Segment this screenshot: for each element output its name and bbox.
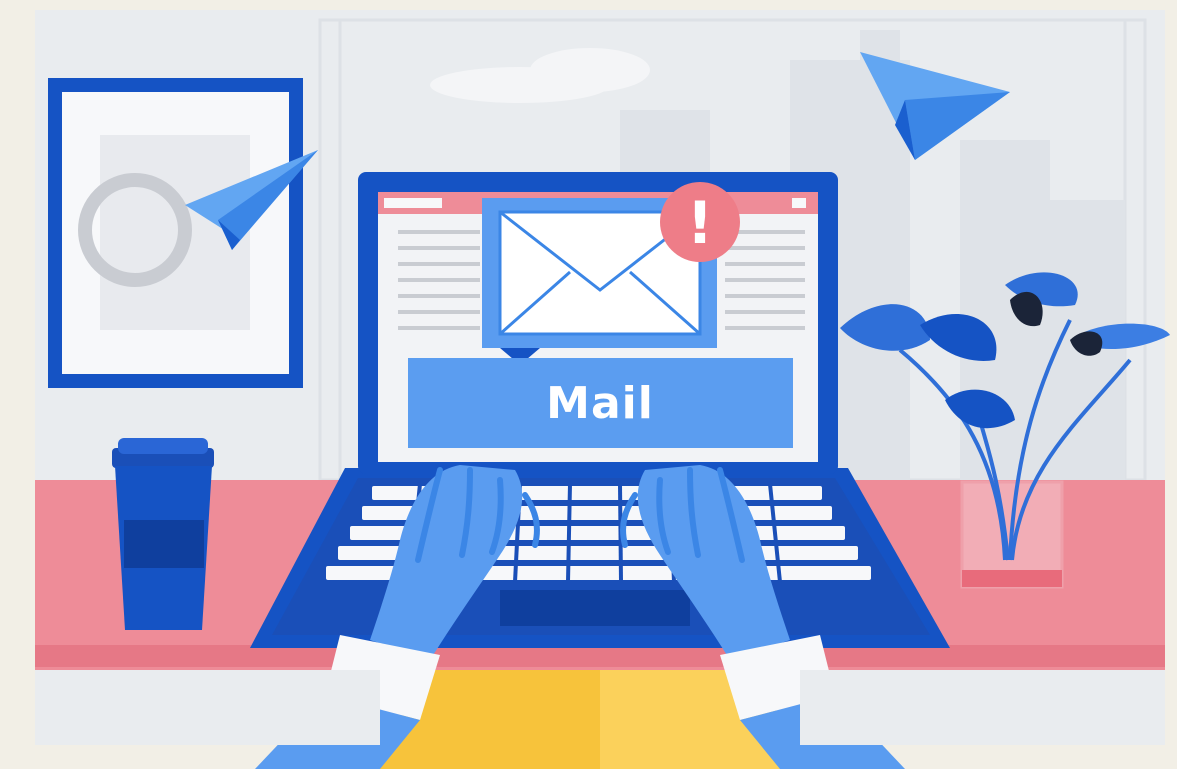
- trackpad: [500, 590, 690, 626]
- coffee-cup-icon: [112, 438, 214, 630]
- picture-frame: [48, 78, 303, 388]
- floor: [800, 670, 1165, 745]
- alert-badge-icon: !: [660, 182, 740, 262]
- desk-edge: [35, 645, 1165, 667]
- alert-symbol: !: [687, 189, 713, 257]
- email-illustration: ! Mail: [35, 10, 1170, 769]
- floor: [35, 670, 380, 745]
- mail-label: Mail: [546, 378, 654, 429]
